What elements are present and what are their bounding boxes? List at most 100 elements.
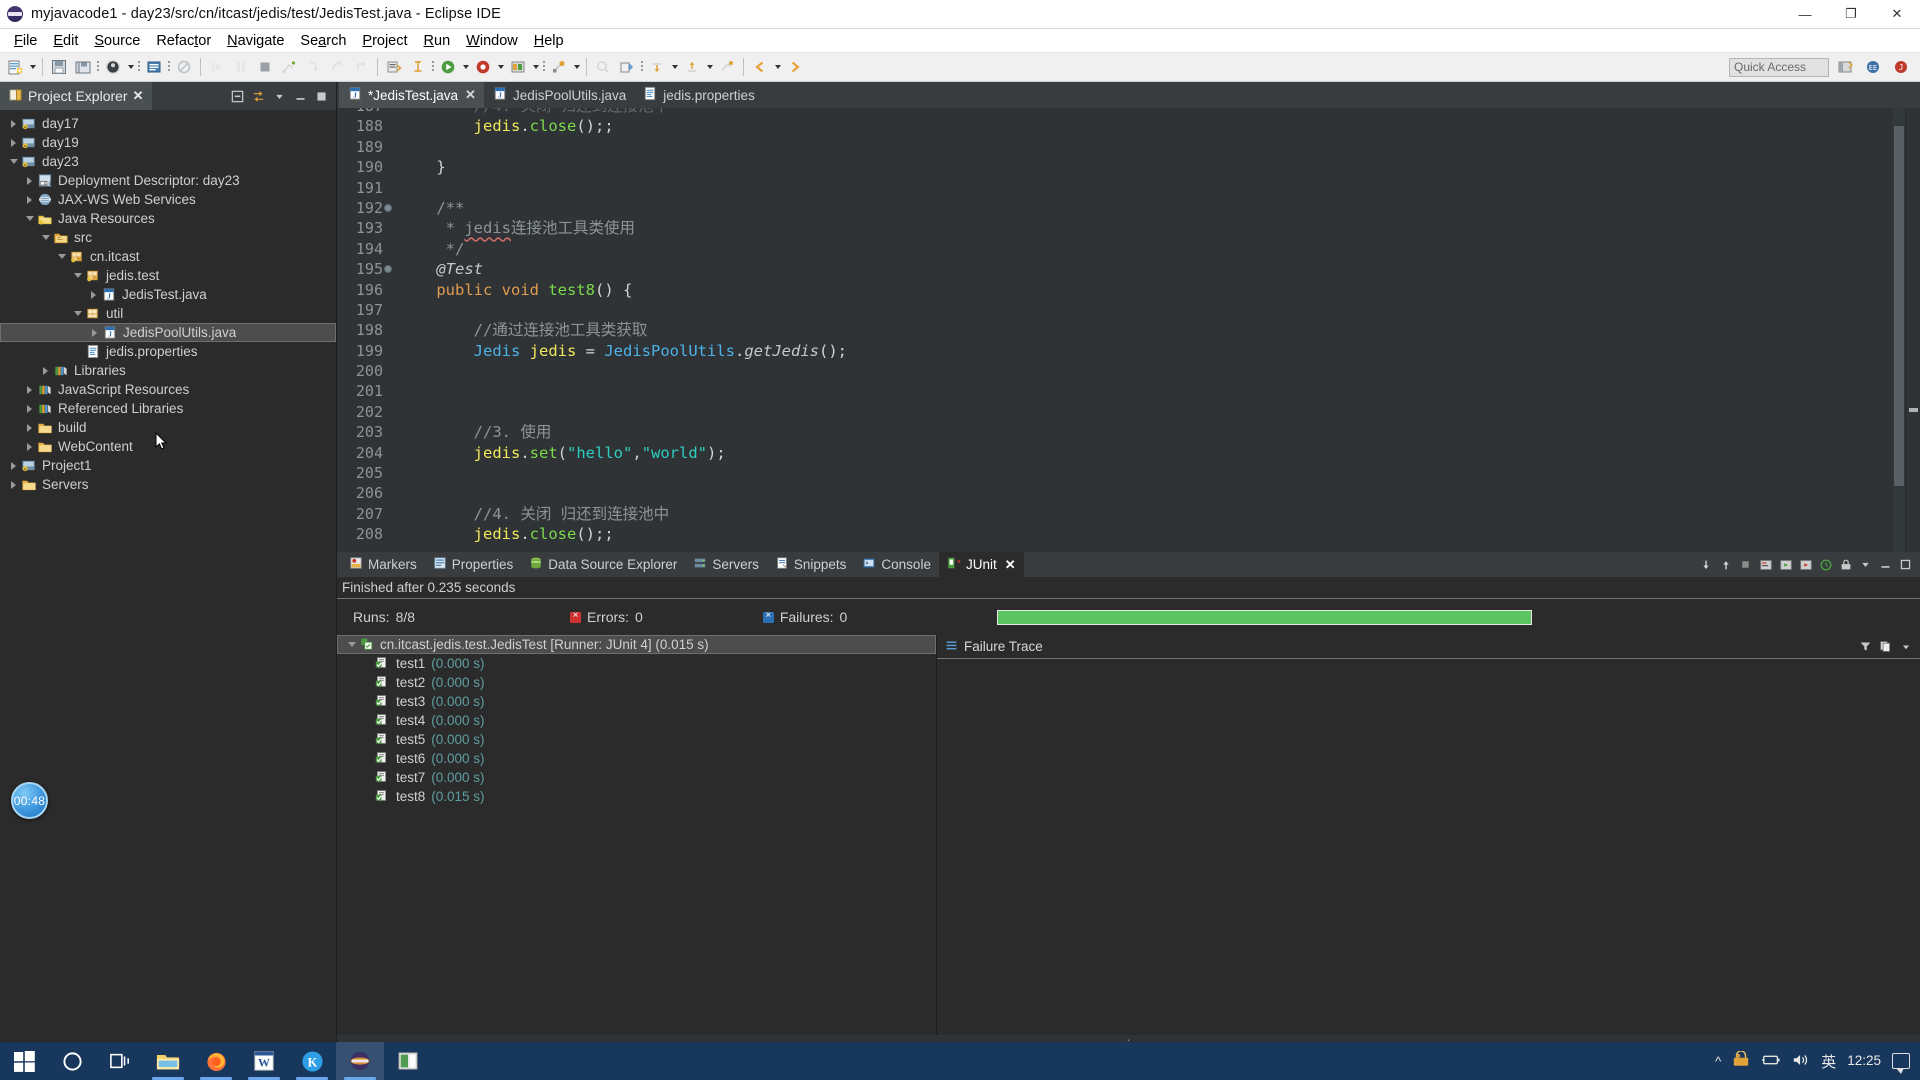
editor-body[interactable]: 187188189 190191192193194195196197 198199 2… xyxy=(337,108,1920,552)
last-edit-location-icon[interactable] xyxy=(716,56,738,78)
expand-arrow-icon[interactable] xyxy=(38,361,53,380)
minimize-icon[interactable] xyxy=(292,88,309,105)
tree-item[interactable]: src xyxy=(0,228,336,247)
java-perspective-icon[interactable]: J xyxy=(1890,56,1912,78)
tree-item[interactable]: jedis.properties xyxy=(0,342,336,361)
history-icon[interactable] xyxy=(1817,556,1834,573)
tree-item[interactable]: Java Resources xyxy=(0,209,336,228)
bottom-tab-properties[interactable]: Properties xyxy=(425,552,522,577)
java-ee-perspective-icon[interactable]: EE xyxy=(1862,56,1884,78)
tree-item[interactable]: util xyxy=(0,304,336,323)
open-task-icon[interactable] xyxy=(407,56,429,78)
forward-icon[interactable] xyxy=(784,56,806,78)
collapse-arrow-icon[interactable] xyxy=(54,247,69,266)
new-wizard-icon[interactable] xyxy=(4,56,26,78)
expand-arrow-icon[interactable] xyxy=(22,437,37,456)
junit-test-row[interactable]: test6 (0.000 s) xyxy=(337,749,936,768)
close-icon[interactable]: ✕ xyxy=(465,87,476,103)
notification-icon[interactable] xyxy=(1892,1053,1910,1074)
editor-tab[interactable]: J JedisPoolUtils.java xyxy=(484,82,634,108)
coverage-dropdown-icon[interactable] xyxy=(530,56,541,78)
previous-failure-icon[interactable] xyxy=(1717,556,1734,573)
bottom-tab-console[interactable]: Console xyxy=(854,552,939,577)
filter-stack-trace-icon[interactable] xyxy=(1857,638,1874,655)
previous-annotation-dropdown-icon[interactable] xyxy=(704,56,715,78)
volume-icon[interactable] xyxy=(1792,1052,1810,1071)
tree-item[interactable]: cn.itcast xyxy=(0,247,336,266)
tree-item[interactable]: day23 xyxy=(0,152,336,171)
stop-icon[interactable] xyxy=(1737,556,1754,573)
suspend-icon[interactable] xyxy=(230,56,252,78)
view-menu-icon[interactable] xyxy=(271,88,288,105)
project-explorer-tab[interactable]: Project Explorer ✕ xyxy=(0,82,152,110)
step-return-icon[interactable] xyxy=(350,56,372,78)
rerun-icon[interactable] xyxy=(1777,556,1794,573)
new-java-class-icon[interactable] xyxy=(143,56,165,78)
toolbar-drag-handle[interactable] xyxy=(639,56,645,78)
step-into-icon[interactable] xyxy=(302,56,324,78)
expand-arrow-icon[interactable] xyxy=(6,475,21,494)
toolbar-drag-handle[interactable] xyxy=(430,56,436,78)
external-tools-icon[interactable] xyxy=(548,56,570,78)
collapse-all-icon[interactable] xyxy=(229,88,246,105)
maximize-button[interactable]: ❐ xyxy=(1828,0,1874,29)
open-resource-icon[interactable] xyxy=(616,56,638,78)
open-type-icon[interactable] xyxy=(383,56,405,78)
eclipse-icon[interactable] xyxy=(336,1042,384,1080)
firefox-icon[interactable] xyxy=(192,1042,240,1080)
timer-badge[interactable]: 00:48 xyxy=(11,782,48,819)
new-wizard-dropdown-icon[interactable] xyxy=(27,56,38,78)
minimize-button[interactable]: — xyxy=(1782,0,1828,29)
junit-test-row[interactable]: test3 (0.000 s) xyxy=(337,692,936,711)
open-perspective-icon[interactable] xyxy=(1834,56,1856,78)
ime-indicator[interactable]: 英 xyxy=(1821,1051,1836,1072)
back-dropdown-icon[interactable] xyxy=(772,56,783,78)
clock[interactable]: 12:25 xyxy=(1847,1053,1881,1068)
resume-icon[interactable] xyxy=(206,56,228,78)
code-content[interactable]: //4. 关闭 归还到连接池中 jedis.close();; } /** * … xyxy=(389,108,1905,552)
kugou-icon[interactable]: K xyxy=(288,1042,336,1080)
disconnect-icon[interactable] xyxy=(278,56,300,78)
debug-icon[interactable] xyxy=(102,56,124,78)
expand-arrow-icon[interactable] xyxy=(86,285,101,304)
expand-arrow-icon[interactable] xyxy=(22,171,37,190)
save-all-icon[interactable] xyxy=(72,56,94,78)
save-icon[interactable] xyxy=(48,56,70,78)
junit-test-row[interactable]: test8 (0.015 s) xyxy=(337,787,936,806)
search-icon[interactable] xyxy=(592,56,614,78)
editor-tab[interactable]: jedis.properties xyxy=(634,82,763,108)
external-tools-dropdown-icon[interactable] xyxy=(571,56,582,78)
collapse-arrow-icon[interactable] xyxy=(344,635,359,654)
editor-overview-ruler[interactable] xyxy=(1905,108,1920,552)
file-explorer-icon[interactable] xyxy=(144,1042,192,1080)
next-annotation-icon[interactable] xyxy=(646,56,668,78)
menu-search[interactable]: Search xyxy=(292,31,354,51)
tree-item[interactable]: Servers xyxy=(0,475,336,494)
minimize-icon[interactable] xyxy=(1877,556,1894,573)
collapse-arrow-icon[interactable] xyxy=(70,266,85,285)
task-view-icon[interactable] xyxy=(96,1042,144,1080)
bottom-tab-junit[interactable]: u J JUnit ✕ xyxy=(938,552,1024,577)
project-tree[interactable]: day17 day19 day23 4.0 Deployment Descriptor:… xyxy=(0,110,336,1055)
junit-test-row[interactable]: test7 (0.000 s) xyxy=(337,768,936,787)
copy-trace-icon[interactable] xyxy=(1877,638,1894,655)
close-icon[interactable]: ✕ xyxy=(1005,557,1016,573)
tree-item[interactable]: 4.0 Deployment Descriptor: day23 xyxy=(0,171,336,190)
menu-source[interactable]: Source xyxy=(86,31,148,51)
expand-arrow-icon[interactable] xyxy=(22,399,37,418)
menu-project[interactable]: Project xyxy=(354,31,415,51)
tree-item[interactable]: Referenced Libraries xyxy=(0,399,336,418)
menu-navigate[interactable]: Navigate xyxy=(219,31,292,51)
expand-arrow-icon[interactable] xyxy=(22,418,37,437)
tree-item[interactable]: Libraries xyxy=(0,361,336,380)
run-last-icon[interactable] xyxy=(472,56,494,78)
view-menu-icon[interactable] xyxy=(1897,638,1914,655)
tree-item[interactable]: jedis.test xyxy=(0,266,336,285)
tree-item[interactable]: day17 xyxy=(0,114,336,133)
menu-run[interactable]: Run xyxy=(416,31,459,51)
battery-icon[interactable] xyxy=(1761,1053,1781,1070)
toolbar-drag-handle[interactable] xyxy=(136,56,142,78)
quick-access-input[interactable]: Quick Access xyxy=(1729,57,1829,77)
expand-arrow-icon[interactable] xyxy=(22,190,37,209)
tree-item[interactable]: JavaScript Resources xyxy=(0,380,336,399)
